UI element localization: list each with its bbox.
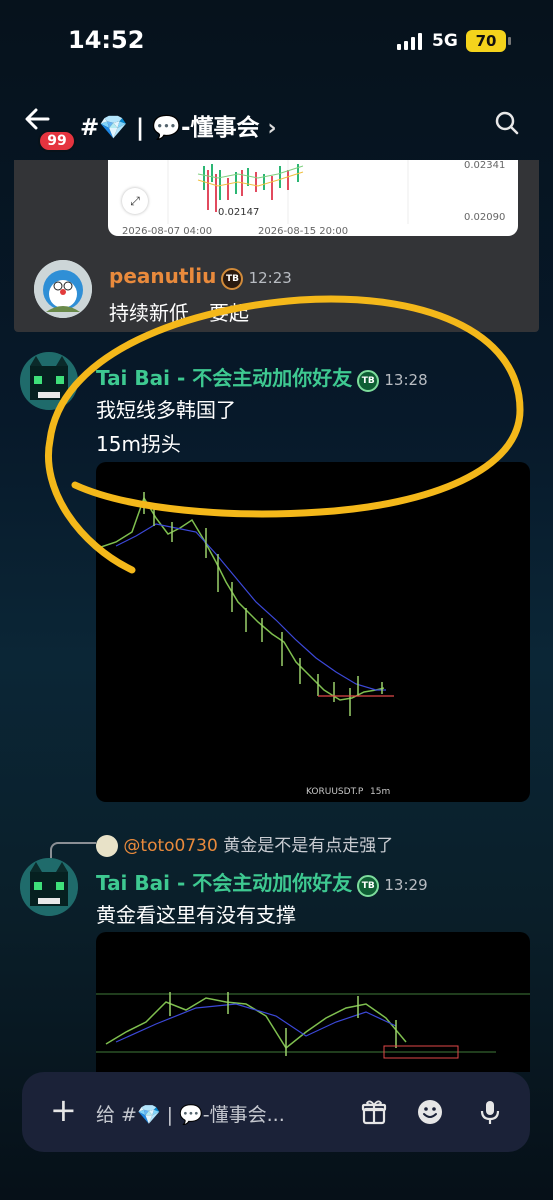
author-name[interactable]: Tai Bai - 不会主动加你好友 <box>96 871 352 895</box>
author-name[interactable]: peanutliu <box>109 264 216 288</box>
emoji-icon[interactable] <box>416 1098 444 1126</box>
role-badge-icon: TB <box>357 874 380 897</box>
message-time: 13:28 <box>384 371 428 389</box>
message-header: peanutliu TB 12:23 <box>109 264 292 290</box>
top-chart-price-bottom: 0.02090 <box>464 212 505 223</box>
role-badge-icon: TB <box>357 369 380 392</box>
unread-badge: 99 <box>38 130 76 152</box>
channel-header: 99 #💎 | 💬-懂事会 › <box>0 92 553 160</box>
avatar[interactable] <box>20 858 78 916</box>
chart-image-koru[interactable]: KORUUSDT.P 15m <box>96 462 530 802</box>
gift-icon[interactable] <box>360 1098 388 1126</box>
message-composer: + 给 #💎 | 💬-懂事会... <box>22 1072 530 1152</box>
battery-level: 70 <box>475 32 497 50</box>
top-chart-price-top: 0.02341 <box>464 160 505 171</box>
chart-interval-label: 15m <box>370 787 390 797</box>
expand-icon[interactable]: ⤢ <box>122 188 148 214</box>
message-text: 持续新低，要起 <box>109 301 249 325</box>
message-text: 黄金看这里有没有支撑 <box>96 903 296 927</box>
top-chart-low-label: 0.02147 <box>218 207 259 218</box>
reply-text: 黄金是不是有点走强了 <box>223 836 394 856</box>
gold-candlestick-chart <box>96 992 530 1059</box>
signal-icon <box>397 32 422 50</box>
battery-icon: 70 <box>466 30 511 52</box>
reply-reference[interactable]: @toto0730 黄金是不是有点走强了 <box>96 831 393 857</box>
author-name[interactable]: Tai Bai - 不会主动加你好友 <box>96 366 352 390</box>
message-time: 13:29 <box>384 876 428 894</box>
message-header: Tai Bai - 不会主动加你好友 TB 13:29 <box>96 867 428 897</box>
chevron-right-icon: › <box>267 116 277 141</box>
reply-user[interactable]: @toto0730 <box>123 836 217 856</box>
message-text: 我短线多韩国了 <box>96 398 236 422</box>
chart-image-top[interactable]: 0.02147 0.02341 0.02090 2026-08-07 04:00… <box>108 160 518 236</box>
top-chart-date-left: 2026-08-07 04:00 <box>122 226 212 236</box>
message-time: 12:23 <box>248 269 292 287</box>
top-candlestick-chart: 0.02147 0.02341 0.02090 2026-08-07 04:00… <box>122 160 505 236</box>
status-time: 14:52 <box>68 26 145 54</box>
microphone-icon[interactable] <box>476 1098 504 1126</box>
channel-title[interactable]: #💎 | 💬-懂事会 › <box>80 108 277 142</box>
avatar[interactable] <box>20 352 78 410</box>
reply-avatar <box>96 835 118 857</box>
message-text: 15m拐头 <box>96 432 181 456</box>
network-type: 5G <box>432 31 458 51</box>
message-input[interactable]: 给 #💎 | 💬-懂事会... <box>96 1100 285 1127</box>
chart-image-gold[interactable] <box>96 932 530 1072</box>
message-header: Tai Bai - 不会主动加你好友 TB 13:28 <box>96 362 428 392</box>
highlighted-message-block: 0.02147 0.02341 0.02090 2026-08-07 04:00… <box>14 160 539 332</box>
channel-title-text: #💎 | 💬-懂事会 <box>80 115 260 141</box>
plus-icon[interactable]: + <box>50 1094 77 1126</box>
top-chart-date-right: 2026-08-15 20:00 <box>258 226 348 236</box>
search-icon[interactable] <box>494 110 520 136</box>
status-bar: 14:52 5G 70 <box>0 0 553 80</box>
role-badge-icon: TB <box>221 267 244 290</box>
avatar[interactable] <box>34 260 92 318</box>
chart-symbol-label: KORUUSDT.P <box>306 787 364 797</box>
koru-candlestick-chart: KORUUSDT.P 15m <box>97 492 394 797</box>
